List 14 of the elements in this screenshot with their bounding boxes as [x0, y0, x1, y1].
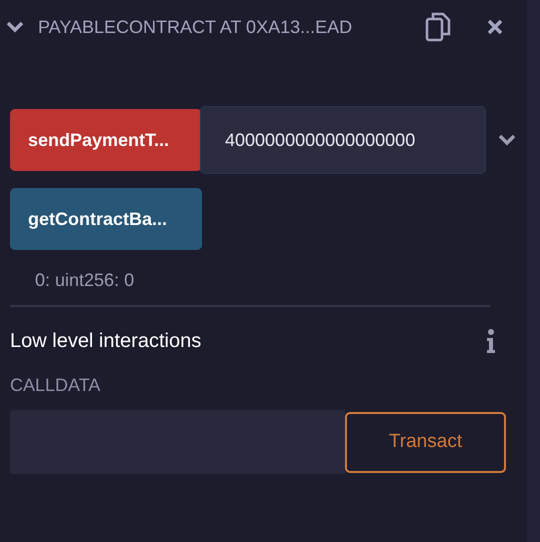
contract-title: PAYABLECONTRACT AT 0XA13...EAD: [38, 16, 354, 38]
calldata-field[interactable]: [10, 410, 345, 474]
result-text: 0: uint256: 0: [35, 270, 134, 291]
copy-icon[interactable]: [425, 11, 451, 43]
call-button[interactable]: getContractBa...: [10, 188, 202, 250]
section-title: Low level interactions: [10, 330, 202, 352]
transact-button[interactable]: Transact: [345, 412, 506, 472]
close-icon[interactable]: [487, 19, 503, 35]
transact-button[interactable]: sendPaymentT...: [10, 109, 202, 171]
chevron-icon[interactable]: [6, 21, 24, 33]
info-icon[interactable]: [486, 329, 496, 353]
field-label: CALLDATA: [10, 375, 100, 396]
input-field[interactable]: 4000000000000000000: [200, 106, 486, 174]
chevron-icon[interactable]: [498, 134, 516, 146]
